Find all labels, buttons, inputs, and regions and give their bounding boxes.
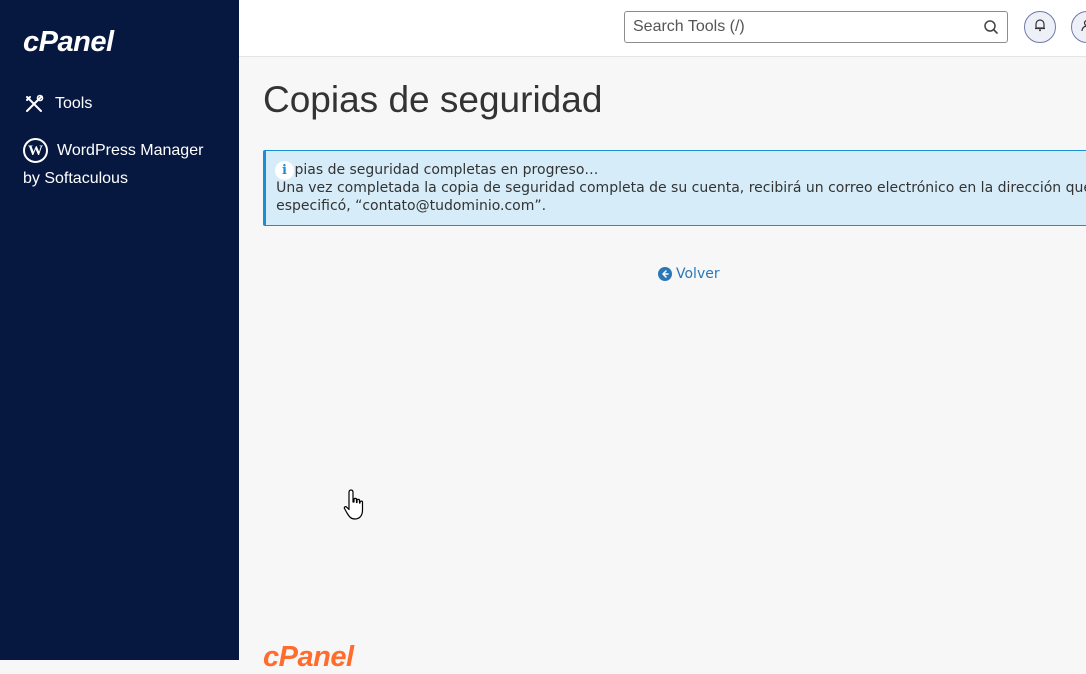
sidebar-item-sublabel: by Softaculous xyxy=(23,167,223,191)
user-icon xyxy=(1080,18,1086,37)
sidebar-item-wordpress-manager[interactable]: W WordPress Manager by Softaculous xyxy=(23,138,223,191)
info-icon: i xyxy=(275,161,294,180)
alert-line: Copias de seguridad completas en progres… xyxy=(276,161,1086,179)
wordpress-icon: W xyxy=(23,138,48,163)
search-icon[interactable] xyxy=(983,19,999,35)
hand-cursor-icon xyxy=(342,488,368,527)
bell-icon xyxy=(1033,18,1047,37)
back-link[interactable]: Volver xyxy=(658,266,720,282)
top-bar xyxy=(239,0,1086,57)
notifications-button[interactable] xyxy=(1024,11,1056,43)
sidebar-item-label: WordPress Manager xyxy=(57,139,203,163)
user-menu-button[interactable] xyxy=(1071,11,1086,43)
alert-message: Copias de seguridad completas en progres… xyxy=(266,151,1086,225)
footer-cpanel-logo: cPanel xyxy=(263,641,354,674)
search-input[interactable] xyxy=(625,12,965,42)
info-alert: i Copias de seguridad completas en progr… xyxy=(263,150,1086,226)
alert-line: especificó, “contato@tudominio.com”. xyxy=(276,197,1086,215)
search-box xyxy=(624,11,1008,43)
arrow-left-circle-icon xyxy=(658,267,672,281)
alert-accent-bar: i xyxy=(264,151,266,225)
sidebar-item-label: Tools xyxy=(55,95,92,113)
alert-line: Una vez completada la copia de seguridad… xyxy=(276,179,1086,197)
tools-icon xyxy=(23,93,45,115)
page-title: Copias de seguridad xyxy=(263,79,602,121)
sidebar-item-tools[interactable]: Tools xyxy=(23,93,92,115)
back-link-label: Volver xyxy=(676,266,720,282)
sidebar: cPanel Tools W WordPress Manager by Soft… xyxy=(0,0,239,660)
cpanel-logo[interactable]: cPanel xyxy=(23,26,114,59)
